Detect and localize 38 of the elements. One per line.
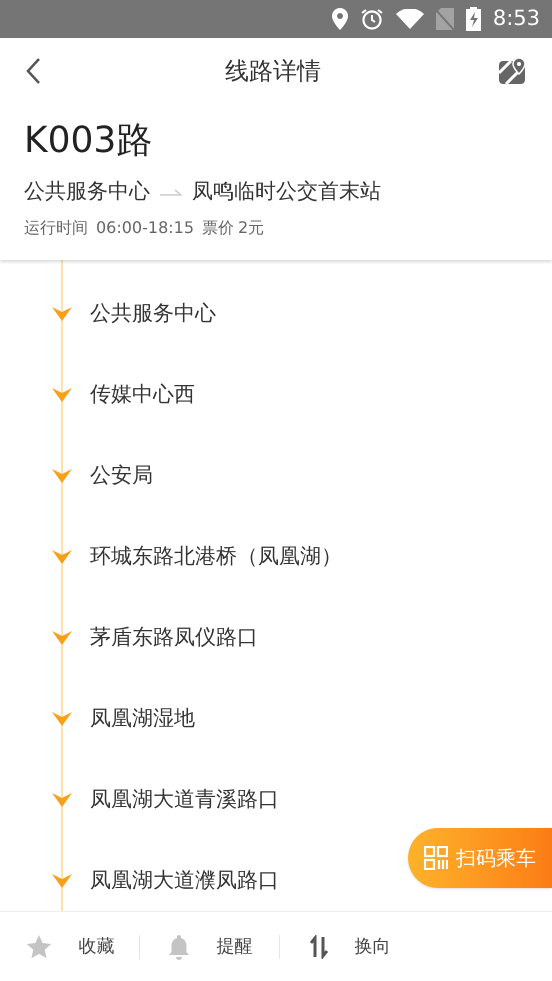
stop-marker-icon xyxy=(52,388,72,402)
stop-marker-icon xyxy=(52,631,72,645)
map-pin-icon[interactable] xyxy=(498,57,528,85)
star-icon xyxy=(24,934,52,960)
bell-icon xyxy=(166,934,190,960)
location-icon xyxy=(332,8,348,30)
stop-item[interactable]: 公安局 xyxy=(90,460,153,492)
route-name: K003路 xyxy=(24,119,154,163)
no-sim-icon xyxy=(436,8,454,30)
stop-marker-icon xyxy=(52,307,72,321)
battery-charging-icon xyxy=(466,7,481,31)
stop-marker-icon xyxy=(52,550,72,564)
route-origin: 公共服务中心 xyxy=(24,178,150,205)
toolbar-button[interactable]: 收藏 xyxy=(0,912,139,981)
stop-item[interactable]: 环城东路北港桥（凤凰湖） xyxy=(90,541,342,573)
hours-value: 06:00-18:15 xyxy=(96,216,194,238)
alarm-icon xyxy=(360,8,384,30)
stop-marker-icon xyxy=(52,874,72,888)
stop-item[interactable]: 凤凰湖大道濮凤路口 xyxy=(90,865,279,897)
stop-item[interactable]: 茅盾东路凤仪路口 xyxy=(90,622,258,654)
swap-arrows-icon xyxy=(308,934,328,958)
qr-code-icon xyxy=(424,846,448,870)
stop-marker-icon xyxy=(52,712,72,726)
stop-marker-icon xyxy=(52,469,72,483)
status-time: 8:53 xyxy=(492,5,540,32)
toolbar-button[interactable]: 提醒 xyxy=(140,912,279,981)
fare-value: 2元 xyxy=(238,216,264,238)
stop-item[interactable]: 凤凰湖大道青溪路口 xyxy=(90,784,279,816)
hours-label: 运行时间 xyxy=(24,216,88,238)
toolbar-button[interactable]: 换向 xyxy=(280,912,419,981)
stop-item[interactable]: 凤凰湖湿地 xyxy=(90,703,195,735)
stop-marker-icon xyxy=(52,793,72,807)
fare-label: 票价 xyxy=(202,216,234,238)
stop-item[interactable]: 传媒中心西 xyxy=(90,379,195,411)
stop-item[interactable]: 公共服务中心 xyxy=(90,298,216,330)
wifi-icon xyxy=(396,9,424,29)
page-title: 线路详情 xyxy=(225,56,321,87)
route-destination: 凤鸣临时公交首末站 xyxy=(192,178,381,205)
